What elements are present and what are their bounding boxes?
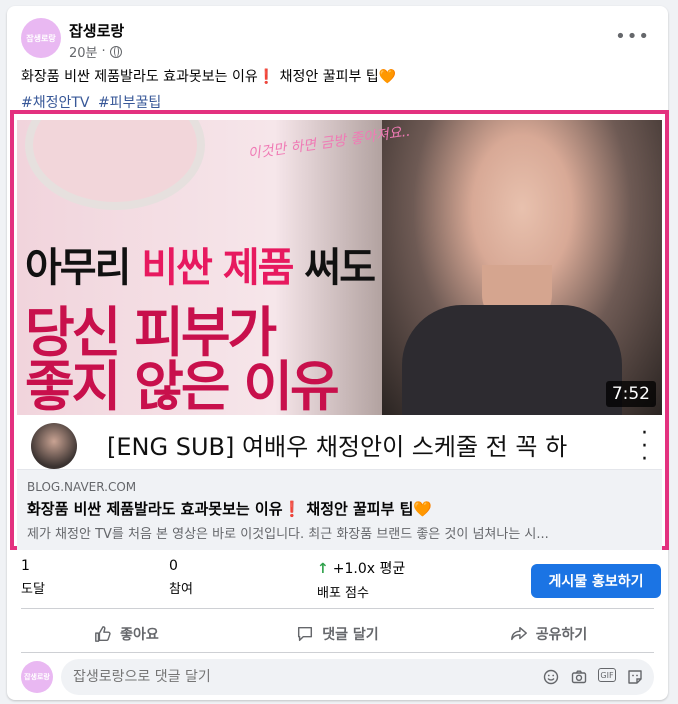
share-button[interactable]: 공유하기 (443, 615, 654, 653)
meta-separator: · (101, 44, 106, 59)
comment-composer: 잡생로랑 GIF (21, 659, 654, 695)
distribution-value: ↑ +1.0x 평균 (317, 561, 406, 577)
thumbnail-line3: 좋지 않은 이유 (25, 355, 340, 415)
channel-avatar[interactable] (31, 423, 77, 469)
post-card: 잡생로랑 잡생로랑 20분 · ••• 화장품 비싼 제품발라도 효과못보는 이… (7, 6, 669, 700)
camera-icon[interactable] (570, 668, 588, 686)
engagement-label: 참여 (169, 582, 193, 597)
engagement-value: 0 (169, 558, 178, 574)
arrow-up-icon: ↑ (317, 561, 329, 577)
commenter-avatar-text: 잡생로랑 (24, 673, 50, 681)
thumbnail-shirt (402, 305, 622, 415)
comment-label: 댓글 달기 (322, 627, 379, 643)
post-insights: 1 도달 0 참여 ↑ +1.0x 평균 배포 점수 게시물 홍보하기 (21, 558, 661, 602)
like-button[interactable]: 좋아요 (21, 615, 232, 653)
thumbnail-mirror (25, 120, 205, 210)
link-preview[interactable]: BLOG.NAVER.COM 화장품 비싼 제품발라도 효과못보는 이유❗ 채정… (17, 470, 662, 550)
comment-button[interactable]: 댓글 달기 (232, 615, 443, 653)
more-options-icon[interactable]: ••• (615, 26, 650, 47)
video-title[interactable]: [ENG SUB] 여배우 채정안이 스케줄 전 꼭 하 (107, 427, 607, 462)
link-description: 제가 채정안 TV를 처음 본 영상은 바로 이것입니다. 최근 화장품 브랜드… (27, 527, 549, 542)
reach-label: 도달 (21, 582, 45, 597)
commenter-avatar[interactable]: 잡생로랑 (21, 661, 53, 693)
video-thumbnail[interactable]: 이것만 하면 금방 좋아져요.. 아무리 비싼 제품 써도 당신 피부가 좋지 … (17, 120, 662, 415)
thumbnail-line1: 아무리 비싼 제품 써도 (25, 245, 376, 291)
action-bar: 좋아요 댓글 달기 공유하기 (21, 615, 654, 653)
share-label: 공유하기 (535, 627, 588, 643)
post-time[interactable]: 20분 (69, 42, 98, 61)
hashtags: #채정안TV #피부꿀팁 (21, 92, 165, 112)
divider (21, 608, 654, 609)
engagement-stat: 0 참여 (169, 558, 193, 597)
share-icon (510, 626, 527, 641)
link-domain: BLOG.NAVER.COM (27, 480, 137, 494)
post-meta: 20분 · (69, 42, 122, 61)
sticker-icon[interactable] (626, 668, 644, 686)
gif-icon[interactable]: GIF (598, 668, 616, 682)
like-label: 좋아요 (120, 627, 159, 643)
post-text: 화장품 비싼 제품발라도 효과못보는 이유❗ 채정안 꿀피부 팁🧡 (21, 69, 397, 85)
hashtag-link[interactable]: #채정안TV (21, 95, 90, 111)
distribution-stat: ↑ +1.0x 평균 배포 점수 (317, 558, 405, 601)
distribution-label: 배포 점수 (317, 586, 369, 601)
thumbs-up-icon (95, 626, 111, 642)
video-menu-icon[interactable]: · · · (641, 423, 648, 471)
promote-post-button[interactable]: 게시물 홍보하기 (531, 564, 661, 598)
video-title-bar[interactable]: [ENG SUB] 여배우 채정안이 스케줄 전 꼭 하 · · · (17, 415, 662, 471)
avatar-text: 잡생로랑 (26, 33, 56, 43)
reach-stat: 1 도달 (21, 558, 45, 597)
emoji-icon[interactable] (542, 668, 560, 686)
comment-tools: GIF (542, 668, 644, 686)
reach-value: 1 (21, 558, 30, 574)
comment-icon (298, 626, 313, 642)
video-duration: 7:52 (605, 381, 656, 407)
page-name[interactable]: 잡생로랑 (69, 20, 124, 41)
post-header: 잡생로랑 잡생로랑 20분 · ••• (21, 18, 654, 62)
divider (21, 652, 654, 653)
hashtag-link[interactable]: #피부꿀팁 (98, 95, 161, 111)
globe-icon (109, 45, 122, 58)
link-title[interactable]: 화장품 비싼 제품발라도 효과못보는 이유❗ 채정안 꿀피부 팁🧡 (27, 498, 652, 519)
page-avatar[interactable]: 잡생로랑 (21, 18, 61, 58)
